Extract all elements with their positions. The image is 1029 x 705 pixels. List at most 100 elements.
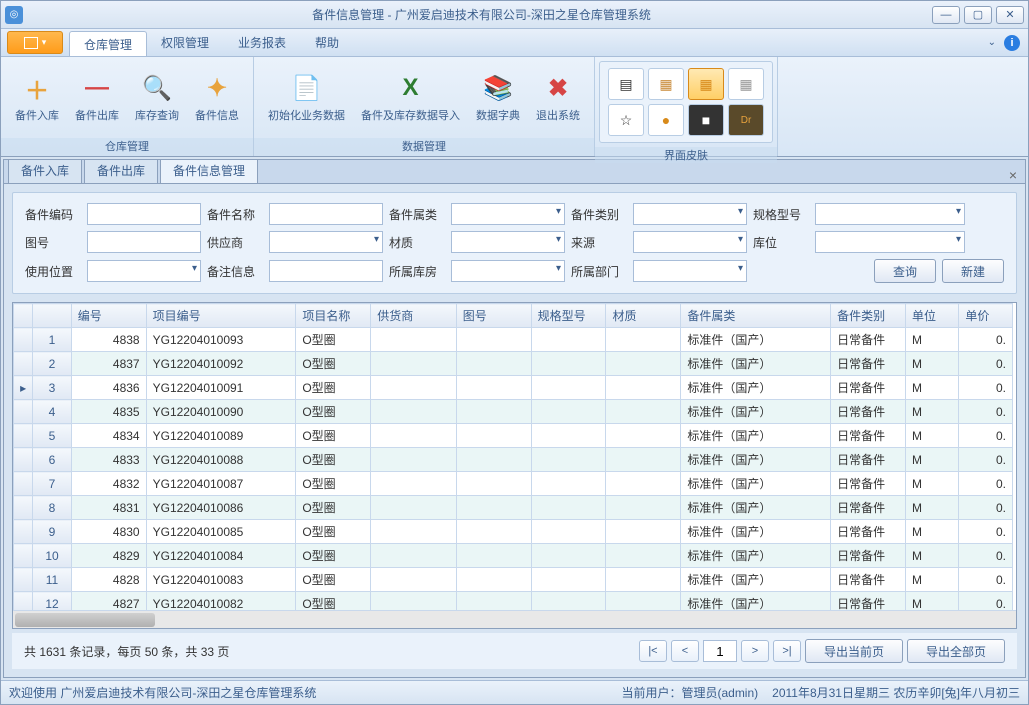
column-header[interactable]: 供货商 (371, 304, 457, 328)
cell: 0. (959, 448, 1013, 472)
menu-tab[interactable]: 权限管理 (147, 29, 224, 56)
app-menu-button[interactable]: ▾ (7, 31, 63, 54)
skin-option[interactable]: ▦ (648, 68, 684, 100)
close-tab-icon[interactable]: × (1001, 167, 1025, 183)
location-combo[interactable] (815, 231, 965, 253)
dept-combo[interactable] (633, 260, 747, 282)
last-page-button[interactable]: >| (773, 640, 801, 662)
new-button[interactable]: 新建 (942, 259, 1004, 283)
ribbon-button[interactable]: ✦备件信息 (191, 70, 243, 125)
column-header[interactable]: 材质 (606, 304, 681, 328)
export-current-button[interactable]: 导出当前页 (805, 639, 903, 663)
cell: 日常备件 (831, 376, 906, 400)
column-header[interactable]: 备件属类 (681, 304, 831, 328)
spec-combo[interactable] (815, 203, 965, 225)
ribbon-group-title: 仓库管理 (1, 138, 253, 156)
cell (456, 568, 531, 592)
column-header[interactable]: 图号 (456, 304, 531, 328)
remark-input[interactable] (269, 260, 383, 282)
cell: M (905, 568, 958, 592)
cell (606, 424, 681, 448)
next-page-button[interactable]: > (741, 640, 769, 662)
column-header[interactable]: 单位 (905, 304, 958, 328)
code-input[interactable] (87, 203, 201, 225)
skin-option[interactable]: ☆ (608, 104, 644, 136)
table-row[interactable]: 84831YG12204010086O型圈标准件（国产）日常备件M0. (14, 496, 1013, 520)
ribbon-button[interactable]: 📄初始化业务数据 (264, 70, 349, 125)
warehouse-combo[interactable] (451, 260, 565, 282)
skin-option[interactable]: ▤ (608, 68, 644, 100)
column-header[interactable]: 编号 (71, 304, 146, 328)
page-input[interactable] (703, 640, 737, 662)
table-row[interactable]: ▸34836YG12204010091O型圈标准件（国产）日常备件M0. (14, 376, 1013, 400)
field-label: 供应商 (207, 234, 263, 251)
export-all-button[interactable]: 导出全部页 (907, 639, 1005, 663)
row-number: 8 (33, 496, 72, 520)
collapse-ribbon-icon[interactable]: ⌄ (988, 37, 996, 48)
table-row[interactable]: 114828YG12204010083O型圈标准件（国产）日常备件M0. (14, 568, 1013, 592)
supplier-combo[interactable] (269, 231, 383, 253)
table-row[interactable]: 94830YG12204010085O型圈标准件（国产）日常备件M0. (14, 520, 1013, 544)
menu-tab[interactable]: 仓库管理 (69, 31, 147, 56)
cell (531, 448, 606, 472)
cell: 标准件（国产） (681, 376, 831, 400)
maximize-button[interactable]: ▢ (964, 6, 992, 24)
skin-option[interactable]: ■ (688, 104, 724, 136)
skin-option[interactable]: ● (648, 104, 684, 136)
cell (456, 544, 531, 568)
name-input[interactable] (269, 203, 383, 225)
minimize-button[interactable]: — (932, 6, 960, 24)
ribbon-label: 备件入库 (15, 107, 59, 123)
table-row[interactable]: 104829YG12204010084O型圈标准件（国产）日常备件M0. (14, 544, 1013, 568)
first-page-button[interactable]: |< (639, 640, 667, 662)
table-row[interactable]: 14838YG12204010093O型圈标准件（国产）日常备件M0. (14, 328, 1013, 352)
material-combo[interactable] (451, 231, 565, 253)
drawing-input[interactable] (87, 231, 201, 253)
column-header[interactable]: 规格型号 (531, 304, 606, 328)
query-button[interactable]: 查询 (874, 259, 936, 283)
table-row[interactable]: 64833YG12204010088O型圈标准件（国产）日常备件M0. (14, 448, 1013, 472)
ribbon-button[interactable]: 🔍库存查询 (131, 70, 183, 125)
skin-option[interactable]: ▦ (728, 68, 764, 100)
help-button[interactable]: i (1004, 35, 1020, 51)
document-tab[interactable]: 备件出库 (84, 159, 158, 183)
column-header[interactable]: 单价 (959, 304, 1013, 328)
table-row[interactable]: 54834YG12204010089O型圈标准件（国产）日常备件M0. (14, 424, 1013, 448)
menu-tab[interactable]: 帮助 (301, 29, 354, 56)
usepos-combo[interactable] (87, 260, 201, 282)
source-combo[interactable] (633, 231, 747, 253)
ribbon-button[interactable]: 📚数据字典 (472, 70, 524, 125)
menu-tab[interactable]: 业务报表 (224, 29, 301, 56)
attr-combo[interactable] (451, 203, 565, 225)
cell: 0. (959, 328, 1013, 352)
skin-option[interactable]: ▦ (688, 68, 724, 100)
column-header[interactable]: 项目编号 (146, 304, 296, 328)
cell (371, 544, 457, 568)
table-row[interactable]: 124827YG12204010082O型圈标准件（国产）日常备件M0. (14, 592, 1013, 611)
ribbon-button[interactable]: —备件出库 (71, 70, 123, 125)
cell (531, 328, 606, 352)
ribbon-button[interactable]: X备件及库存数据导入 (357, 70, 464, 125)
column-header[interactable]: 备件类别 (831, 304, 906, 328)
document-tab[interactable]: 备件入库 (8, 159, 82, 183)
document-tab[interactable]: 备件信息管理 (160, 159, 258, 183)
table-row[interactable]: 44835YG12204010090O型圈标准件（国产）日常备件M0. (14, 400, 1013, 424)
ribbon-button[interactable]: ✖退出系统 (532, 70, 584, 125)
ribbon-button[interactable]: ＋备件入库 (11, 70, 63, 125)
cell: 日常备件 (831, 592, 906, 611)
cell (456, 352, 531, 376)
column-header[interactable]: 项目名称 (296, 304, 371, 328)
table-row[interactable]: 24837YG12204010092O型圈标准件（国产）日常备件M0. (14, 352, 1013, 376)
prev-page-button[interactable]: < (671, 640, 699, 662)
skin-option[interactable]: Dr (728, 104, 764, 136)
type-combo[interactable] (633, 203, 747, 225)
close-button[interactable]: ✕ (996, 6, 1024, 24)
cell (606, 496, 681, 520)
table-row[interactable]: 74832YG12204010087O型圈标准件（国产）日常备件M0. (14, 472, 1013, 496)
cell: 标准件（国产） (681, 472, 831, 496)
cell: 0. (959, 544, 1013, 568)
horizontal-scrollbar[interactable] (13, 610, 1016, 628)
status-date: 2011年8月31日星期三 农历辛卯[兔]年八月初三 (772, 684, 1020, 701)
row-number: 11 (33, 568, 72, 592)
cell: M (905, 400, 958, 424)
